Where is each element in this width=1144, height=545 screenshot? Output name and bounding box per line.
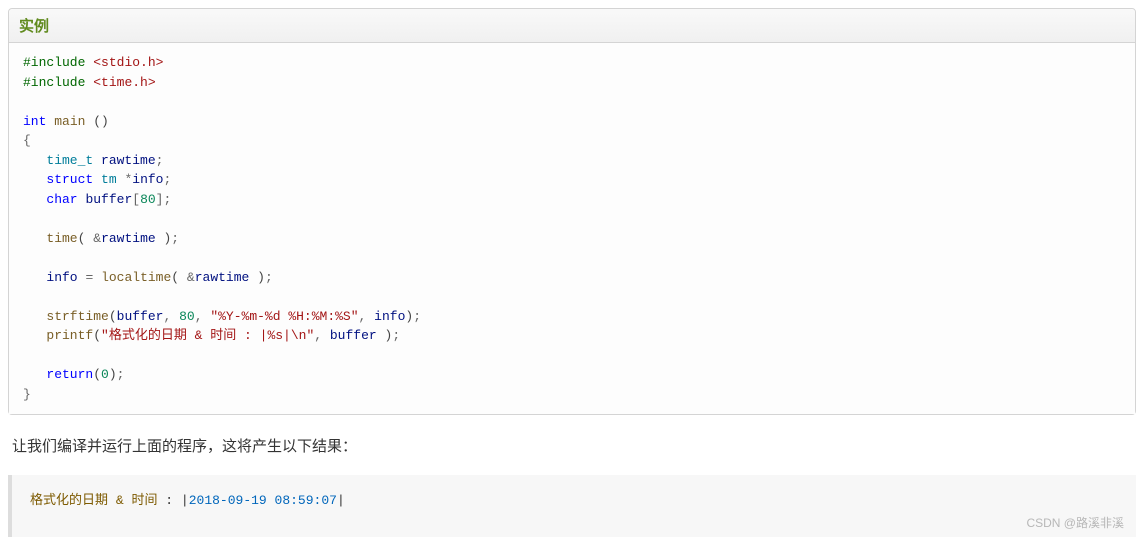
var-buffer: buffer bbox=[85, 192, 132, 207]
include-header: <stdio.h> bbox=[93, 55, 163, 70]
num-80: 80 bbox=[140, 192, 156, 207]
comma: , bbox=[359, 309, 367, 324]
var-rawtime: rawtime bbox=[101, 153, 156, 168]
var-buffer: buffer bbox=[330, 328, 377, 343]
semicolon: ; bbox=[117, 367, 125, 382]
semicolon: ; bbox=[163, 192, 171, 207]
watermark: CSDN @路溪非溪 bbox=[1026, 514, 1124, 531]
type-time-t: time_t bbox=[46, 153, 93, 168]
output-date: 2018-09-19 08:59:07 bbox=[189, 493, 337, 508]
var-rawtime: rawtime bbox=[195, 270, 250, 285]
var-buffer: buffer bbox=[117, 309, 164, 324]
preprocessor-directive: #include bbox=[23, 55, 85, 70]
keyword-char: char bbox=[46, 192, 77, 207]
include-header: <time.h> bbox=[93, 75, 155, 90]
output-amp: & bbox=[116, 493, 124, 508]
string-format: "%Y-%m-%d %H:%M:%S" bbox=[210, 309, 358, 324]
output-pipe: | bbox=[181, 493, 189, 508]
function-main: main bbox=[54, 114, 85, 129]
example-title: 实例 bbox=[9, 9, 1135, 43]
paren-open: ( bbox=[109, 309, 117, 324]
comma: , bbox=[195, 309, 203, 324]
output-label: 格式化的日期 bbox=[30, 493, 108, 508]
var-rawtime: rawtime bbox=[101, 231, 156, 246]
brace-close: } bbox=[23, 387, 31, 402]
keyword-int: int bbox=[23, 114, 46, 129]
semicolon: ; bbox=[392, 328, 400, 343]
comma: , bbox=[163, 309, 171, 324]
output-pipe: | bbox=[337, 493, 345, 508]
semicolon: ; bbox=[413, 309, 421, 324]
example-box: 实例 #include <stdio.h> #include <time.h> … bbox=[8, 8, 1136, 415]
function-strftime: strftime bbox=[46, 309, 108, 324]
var-info: info bbox=[374, 309, 405, 324]
function-localtime: localtime bbox=[101, 270, 171, 285]
semicolon: ; bbox=[171, 231, 179, 246]
var-info: info bbox=[132, 172, 163, 187]
output-colon: : bbox=[165, 493, 173, 508]
description-text: 让我们编译并运行上面的程序，这将产生以下结果： bbox=[12, 435, 1132, 459]
preprocessor-directive: #include bbox=[23, 75, 85, 90]
amp: & bbox=[93, 231, 101, 246]
code-block: #include <stdio.h> #include <time.h> int… bbox=[9, 43, 1135, 414]
amp: & bbox=[187, 270, 195, 285]
output-box: 格式化的日期 & 时间 : |2018-09-19 08:59:07| CSDN… bbox=[8, 475, 1136, 537]
semicolon: ; bbox=[163, 172, 171, 187]
bracket-open: [ bbox=[132, 192, 140, 207]
comma: , bbox=[314, 328, 322, 343]
keyword-return: return bbox=[46, 367, 93, 382]
keyword-struct: struct bbox=[46, 172, 93, 187]
output-label2: 时间 bbox=[131, 493, 157, 508]
type-tm: tm bbox=[101, 172, 117, 187]
function-printf: printf bbox=[46, 328, 93, 343]
paren-open: ( bbox=[93, 328, 101, 343]
paren-open: ( bbox=[78, 231, 86, 246]
eq: = bbox=[85, 270, 93, 285]
paren-open: ( bbox=[93, 367, 101, 382]
paren-close: ) bbox=[109, 367, 117, 382]
num-0: 0 bbox=[101, 367, 109, 382]
semicolon: ; bbox=[265, 270, 273, 285]
string-printf: "格式化的日期 & 时间 : |%s|\n" bbox=[101, 328, 314, 343]
paren-open: ( bbox=[171, 270, 179, 285]
var-info: info bbox=[46, 270, 77, 285]
function-time: time bbox=[46, 231, 77, 246]
paren-close: ) bbox=[257, 270, 265, 285]
num-80: 80 bbox=[179, 309, 195, 324]
brace-open: { bbox=[23, 133, 31, 148]
parens: () bbox=[93, 114, 109, 129]
semicolon: ; bbox=[156, 153, 164, 168]
